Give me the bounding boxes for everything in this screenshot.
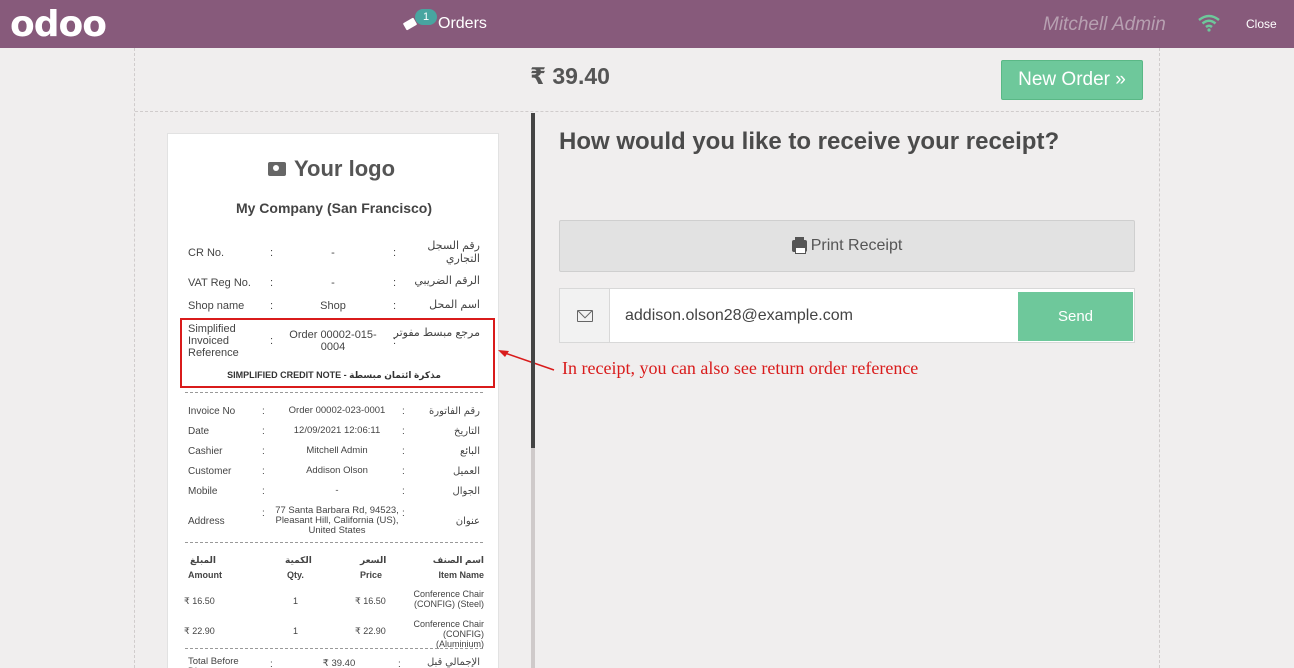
send-email-button[interactable]: Send <box>1018 292 1133 341</box>
receipt-question: How would you like to receive your recei… <box>559 128 1060 155</box>
email-input[interactable]: addison.olson28@example.com <box>610 289 1015 342</box>
info-colon: : <box>402 486 405 497</box>
col-amount: Amount <box>188 570 222 580</box>
line-qty: 1 <box>293 626 299 636</box>
camera-icon <box>268 162 286 176</box>
info-label: Cashier <box>188 446 223 457</box>
receipt-divider <box>185 392 483 393</box>
info-colon: : <box>402 426 405 437</box>
field-label: Shop name <box>188 300 245 312</box>
col-item-ar: اسم الصنف <box>432 555 484 565</box>
info-value: 12/09/2021 12:06:11 <box>293 425 381 436</box>
total-value: ₹ 39.40 <box>322 658 356 668</box>
field-label: CR No. <box>188 247 225 259</box>
info-colon: : <box>262 466 265 477</box>
info-colon: : <box>402 446 405 457</box>
col-amount-ar: المبلغ <box>190 555 216 565</box>
screen-header: ₹ 39.40 New Order » <box>135 48 1159 112</box>
info-arabic: رقم الفاتورة <box>429 406 480 417</box>
field-arabic: رقم السجل التجاري <box>427 240 480 265</box>
info-colon: : <box>262 406 265 417</box>
orders-label: Orders <box>438 15 487 32</box>
print-receipt-button[interactable]: Print Receipt <box>559 220 1135 272</box>
info-label: Address <box>188 516 225 527</box>
line-qty: 1 <box>293 596 299 606</box>
col-qty-ar: الكمية <box>285 555 312 565</box>
printer-icon <box>791 237 807 254</box>
annotation-text: In receipt, you can also see return orde… <box>562 358 919 378</box>
company-name: My Company (San Francisco) <box>235 200 433 216</box>
field-arabic: اسم المحل <box>429 299 480 311</box>
total-arabic: الإجمالي قبل الخصم <box>426 657 480 668</box>
receipt-logo: Your logo <box>268 156 395 182</box>
field-colon: : <box>270 247 274 259</box>
order-total: ₹ 39.40 <box>530 63 610 89</box>
panel-divider-lower <box>531 448 535 668</box>
info-arabic: الجوال <box>452 486 481 497</box>
line-price: ₹ 22.90 <box>355 626 386 636</box>
info-label: Date <box>188 426 210 437</box>
info-colon: : <box>262 486 265 497</box>
total-colon: : <box>398 659 401 668</box>
annotation-highlight-box <box>180 318 495 388</box>
user-name[interactable]: Mitchell Admin <box>1043 14 1166 36</box>
total-colon: : <box>270 659 273 668</box>
info-colon: : <box>402 466 405 477</box>
col-price: Price <box>360 570 383 580</box>
receipt-divider <box>185 542 483 543</box>
annotation-arrow <box>498 350 555 371</box>
print-receipt-label: Print Receipt <box>810 237 903 254</box>
col-item: Item Name <box>438 570 484 580</box>
line-item: Conference Chair (CONFIG) (Steel) <box>413 589 484 609</box>
info-value: - <box>335 485 339 496</box>
envelope-icon <box>576 309 593 322</box>
top-bar: odoo Orders 1 Mitchell Admin Close <box>0 0 1294 48</box>
field-colon: : <box>270 300 274 312</box>
info-value: Order 00002-023-0001 <box>288 405 386 416</box>
email-receipt-row: addison.olson28@example.com Send <box>559 288 1135 343</box>
info-colon: : <box>262 426 265 437</box>
field-colon: : <box>270 277 274 289</box>
info-label: Invoice No <box>188 406 236 417</box>
line-item: Conference Chair (CONFIG) (Aluminium) <box>413 619 484 649</box>
new-order-button[interactable]: New Order » <box>1001 60 1143 100</box>
info-value: Addison Olson <box>306 465 368 476</box>
field-label: VAT Reg No. <box>188 277 251 289</box>
col-price-ar: السعر <box>360 555 387 565</box>
field-value: Shop <box>320 300 346 312</box>
info-label: Mobile <box>188 486 218 497</box>
info-colon: : <box>262 508 265 519</box>
orders-count-badge: 1 <box>415 9 437 25</box>
info-arabic: التاريخ <box>454 426 480 437</box>
info-value: Mitchell Admin <box>306 445 368 456</box>
panel-divider <box>531 113 535 448</box>
info-colon: : <box>262 446 265 457</box>
info-arabic: عنوان <box>455 516 480 527</box>
field-value: - <box>331 277 335 289</box>
line-amount: ₹ 16.50 <box>184 596 215 606</box>
info-arabic: العميل <box>452 466 480 477</box>
info-colon: : <box>402 508 405 519</box>
info-value: 77 Santa Barbara Rd, 94523, Pleasant Hil… <box>275 505 399 536</box>
field-arabic: الرقم الضريبي <box>414 275 480 287</box>
wifi-icon[interactable] <box>1198 14 1220 32</box>
line-price: ₹ 16.50 <box>355 596 386 606</box>
info-label: Customer <box>188 466 232 477</box>
odoo-logo: odoo <box>10 4 107 45</box>
receipt-preview: Your logo My Company (San Francisco) CR … <box>167 133 499 668</box>
field-value: - <box>331 247 335 259</box>
receipt-logo-text: Your logo <box>294 156 396 181</box>
total-label: Total Before Discount <box>188 656 239 668</box>
info-arabic: البائع <box>460 446 480 457</box>
line-amount: ₹ 22.90 <box>184 626 215 636</box>
email-icon-box <box>560 289 610 342</box>
info-colon: : <box>402 406 405 417</box>
receipt-divider <box>185 648 483 649</box>
col-qty: Qty. <box>287 570 304 580</box>
close-button[interactable]: Close <box>1246 17 1277 31</box>
